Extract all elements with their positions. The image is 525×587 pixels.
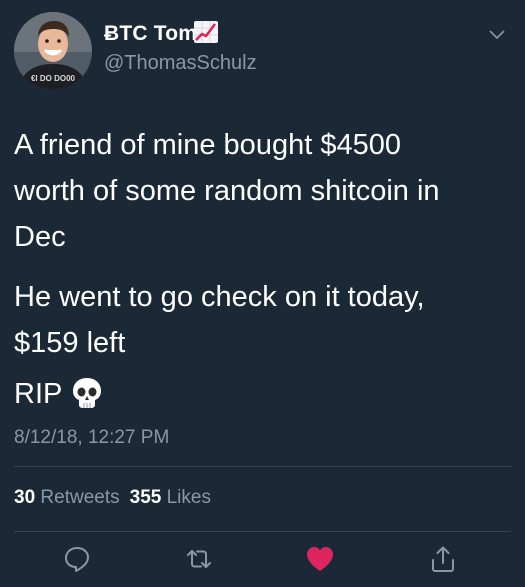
tweet-text-line: Dec — [14, 221, 66, 253]
tweet-text-paragraph-2: He went to go check on it today, $159 le… — [14, 274, 425, 366]
tweet-timestamp[interactable]: 8/12/18, 12:27 PM — [14, 427, 169, 449]
user-handle[interactable]: @ThomasSchulz — [104, 52, 257, 75]
avatar[interactable]: €I DO DO00 — [14, 12, 92, 90]
likes-stat[interactable]: 355 Likes — [130, 487, 211, 508]
skull-icon — [73, 378, 102, 409]
tweet-text-paragraph-3: RIP — [14, 371, 102, 417]
chart-increasing-icon — [194, 21, 218, 43]
tweet-text-paragraph-1: A friend of mine bought $4500 worth of s… — [14, 122, 440, 260]
retweet-icon[interactable] — [184, 544, 214, 574]
avatar-image: €I DO DO00 — [14, 12, 92, 90]
likes-count: 355 — [129, 487, 162, 508]
tweet-card: €I DO DO00 ɃTC Tom @ThomasSchulz A frien… — [0, 0, 525, 587]
tweet-text-line: worth of some random shitcoin in — [14, 175, 440, 207]
display-name[interactable]: ɃTC Tom — [104, 22, 197, 46]
rip-text: RIP — [14, 378, 63, 410]
share-icon[interactable] — [428, 544, 458, 574]
likes-label: Likes — [166, 487, 211, 508]
chevron-down-icon[interactable] — [489, 30, 505, 40]
avatar-shirt-text: €I DO DO00 — [31, 74, 76, 83]
retweets-label: Retweets — [40, 487, 120, 508]
retweets-count: 30 — [14, 487, 36, 508]
tweet-text-line: A friend of mine bought $4500 — [14, 129, 401, 161]
reply-icon[interactable] — [62, 544, 92, 574]
divider — [14, 466, 511, 467]
tweet-stats: 30 Retweets 355 Likes — [14, 487, 211, 509]
tweet-text-line: $159 left — [14, 327, 126, 359]
retweets-stat[interactable]: 30 Retweets — [14, 487, 120, 508]
divider — [14, 531, 511, 532]
heart-icon[interactable] — [305, 544, 335, 574]
tweet-text-line: He went to go check on it today, — [14, 281, 425, 313]
